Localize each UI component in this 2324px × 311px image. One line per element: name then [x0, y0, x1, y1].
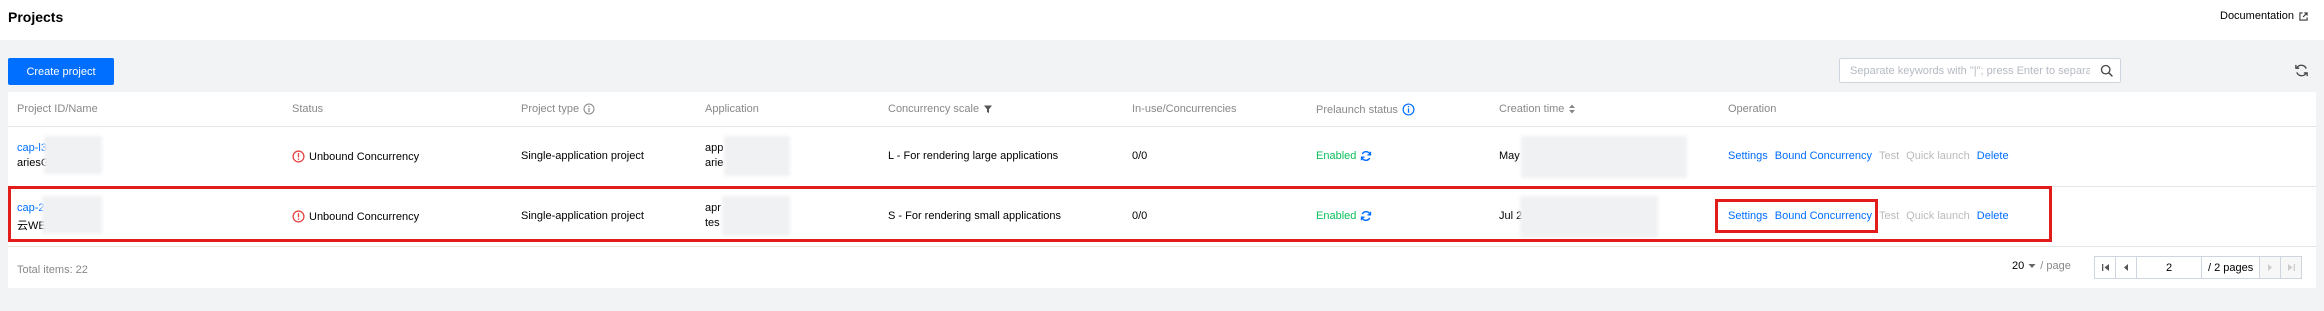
pagination: / 2 pages: [2094, 256, 2303, 279]
creation-time: May: [1499, 150, 1520, 162]
application-id: app: [705, 142, 724, 154]
documentation-link[interactable]: Documentation: [2220, 10, 2308, 22]
refresh-icon[interactable]: [2294, 63, 2309, 78]
page-number-input[interactable]: [2136, 256, 2202, 279]
search-input[interactable]: [1840, 59, 2090, 82]
project-type: Single-application project: [521, 150, 644, 162]
table-header: Project ID/Name Status Project type Appl…: [8, 92, 2316, 127]
table-row: cap-l3c ariesGr Unbound Concurrency Sing…: [8, 128, 2316, 187]
total-items: Total items: 22: [17, 264, 88, 276]
concurrency-scale: L - For rendering large applications: [888, 150, 1059, 162]
search-icon[interactable]: [2100, 64, 2114, 78]
column-header-operation: Operation: [1728, 103, 1776, 115]
status-text: Unbound Concurrency: [309, 150, 420, 163]
column-header-status: Status: [292, 103, 323, 115]
prelaunch-cell: Enabled: [1316, 150, 1372, 162]
column-header-inuse: In-use/Concurrencies: [1132, 103, 1237, 115]
column-header-prelaunch-label: Prelaunch status: [1316, 103, 1398, 116]
column-header-created: Creation time: [1499, 103, 1576, 115]
filter-icon[interactable]: [983, 104, 993, 114]
column-header-created-label: Creation time: [1499, 103, 1565, 115]
column-header-prelaunch: Prelaunch status: [1316, 103, 1415, 116]
page-size-select[interactable]: 20 / page: [2012, 260, 2071, 272]
redacted-block: [44, 136, 102, 174]
sync-icon[interactable]: [1360, 150, 1372, 162]
chevron-right-icon: [2268, 264, 2273, 271]
chevron-left-icon: [2124, 264, 2128, 271]
chevron-down-icon: [2028, 264, 2036, 268]
bound-concurrency-link[interactable]: Bound Concurrency: [1775, 150, 1872, 162]
info-icon[interactable]: [1402, 103, 1415, 116]
total-pages: / 2 pages: [2201, 256, 2261, 279]
column-header-type: Project type: [521, 103, 595, 115]
column-header-application-label: Application: [705, 103, 759, 115]
last-page-icon: [2287, 264, 2295, 271]
search-box: [1839, 58, 2121, 83]
page-size-value: 20: [2012, 260, 2025, 272]
warning-icon: [292, 150, 305, 163]
delete-link[interactable]: Delete: [1977, 150, 2009, 162]
documentation-link-label: Documentation: [2220, 10, 2294, 22]
status-cell: Unbound Concurrency: [292, 150, 419, 163]
sort-icon[interactable]: [1568, 104, 1576, 114]
info-icon[interactable]: [583, 103, 595, 115]
last-page-button[interactable]: [2280, 256, 2303, 279]
next-page-button[interactable]: [2259, 256, 2282, 279]
column-header-project: Project ID/Name: [17, 103, 98, 115]
settings-link[interactable]: Settings: [1728, 150, 1768, 162]
test-link[interactable]: Test: [1879, 150, 1899, 162]
quick-launch-link[interactable]: Quick launch: [1906, 150, 1970, 162]
column-header-type-label: Project type: [521, 103, 580, 115]
page-title: Projects: [8, 9, 64, 25]
column-header-status-label: Status: [292, 103, 324, 115]
page-header: Projects Documentation: [0, 0, 2324, 40]
redacted-block: [1521, 136, 1687, 178]
column-header-scale: Concurrency scale: [888, 103, 993, 115]
first-page-button[interactable]: [2094, 256, 2116, 279]
redacted-block: [724, 136, 790, 176]
page-size-unit: / page: [2040, 260, 2071, 272]
external-link-icon: [2299, 11, 2308, 21]
column-header-inuse-label: In-use/Concurrencies: [1132, 103, 1237, 115]
column-header-scale-label: Concurrency scale: [888, 103, 980, 115]
first-page-icon: [2101, 264, 2109, 271]
column-header-project-label: Project ID/Name: [17, 103, 98, 115]
inuse-concurrencies: 0/0: [1132, 150, 1148, 162]
column-header-operation-label: Operation: [1728, 103, 1777, 115]
column-header-application: Application: [705, 103, 759, 115]
prev-page-button[interactable]: [2115, 256, 2137, 279]
prelaunch-status: Enabled: [1316, 150, 1357, 162]
application-name: arie: [705, 157, 724, 169]
operations: Settings Bound Concurrency Test Quick la…: [1728, 150, 2009, 162]
operations-highlight-box: [1715, 199, 1878, 233]
create-project-button[interactable]: Create project: [8, 58, 114, 85]
